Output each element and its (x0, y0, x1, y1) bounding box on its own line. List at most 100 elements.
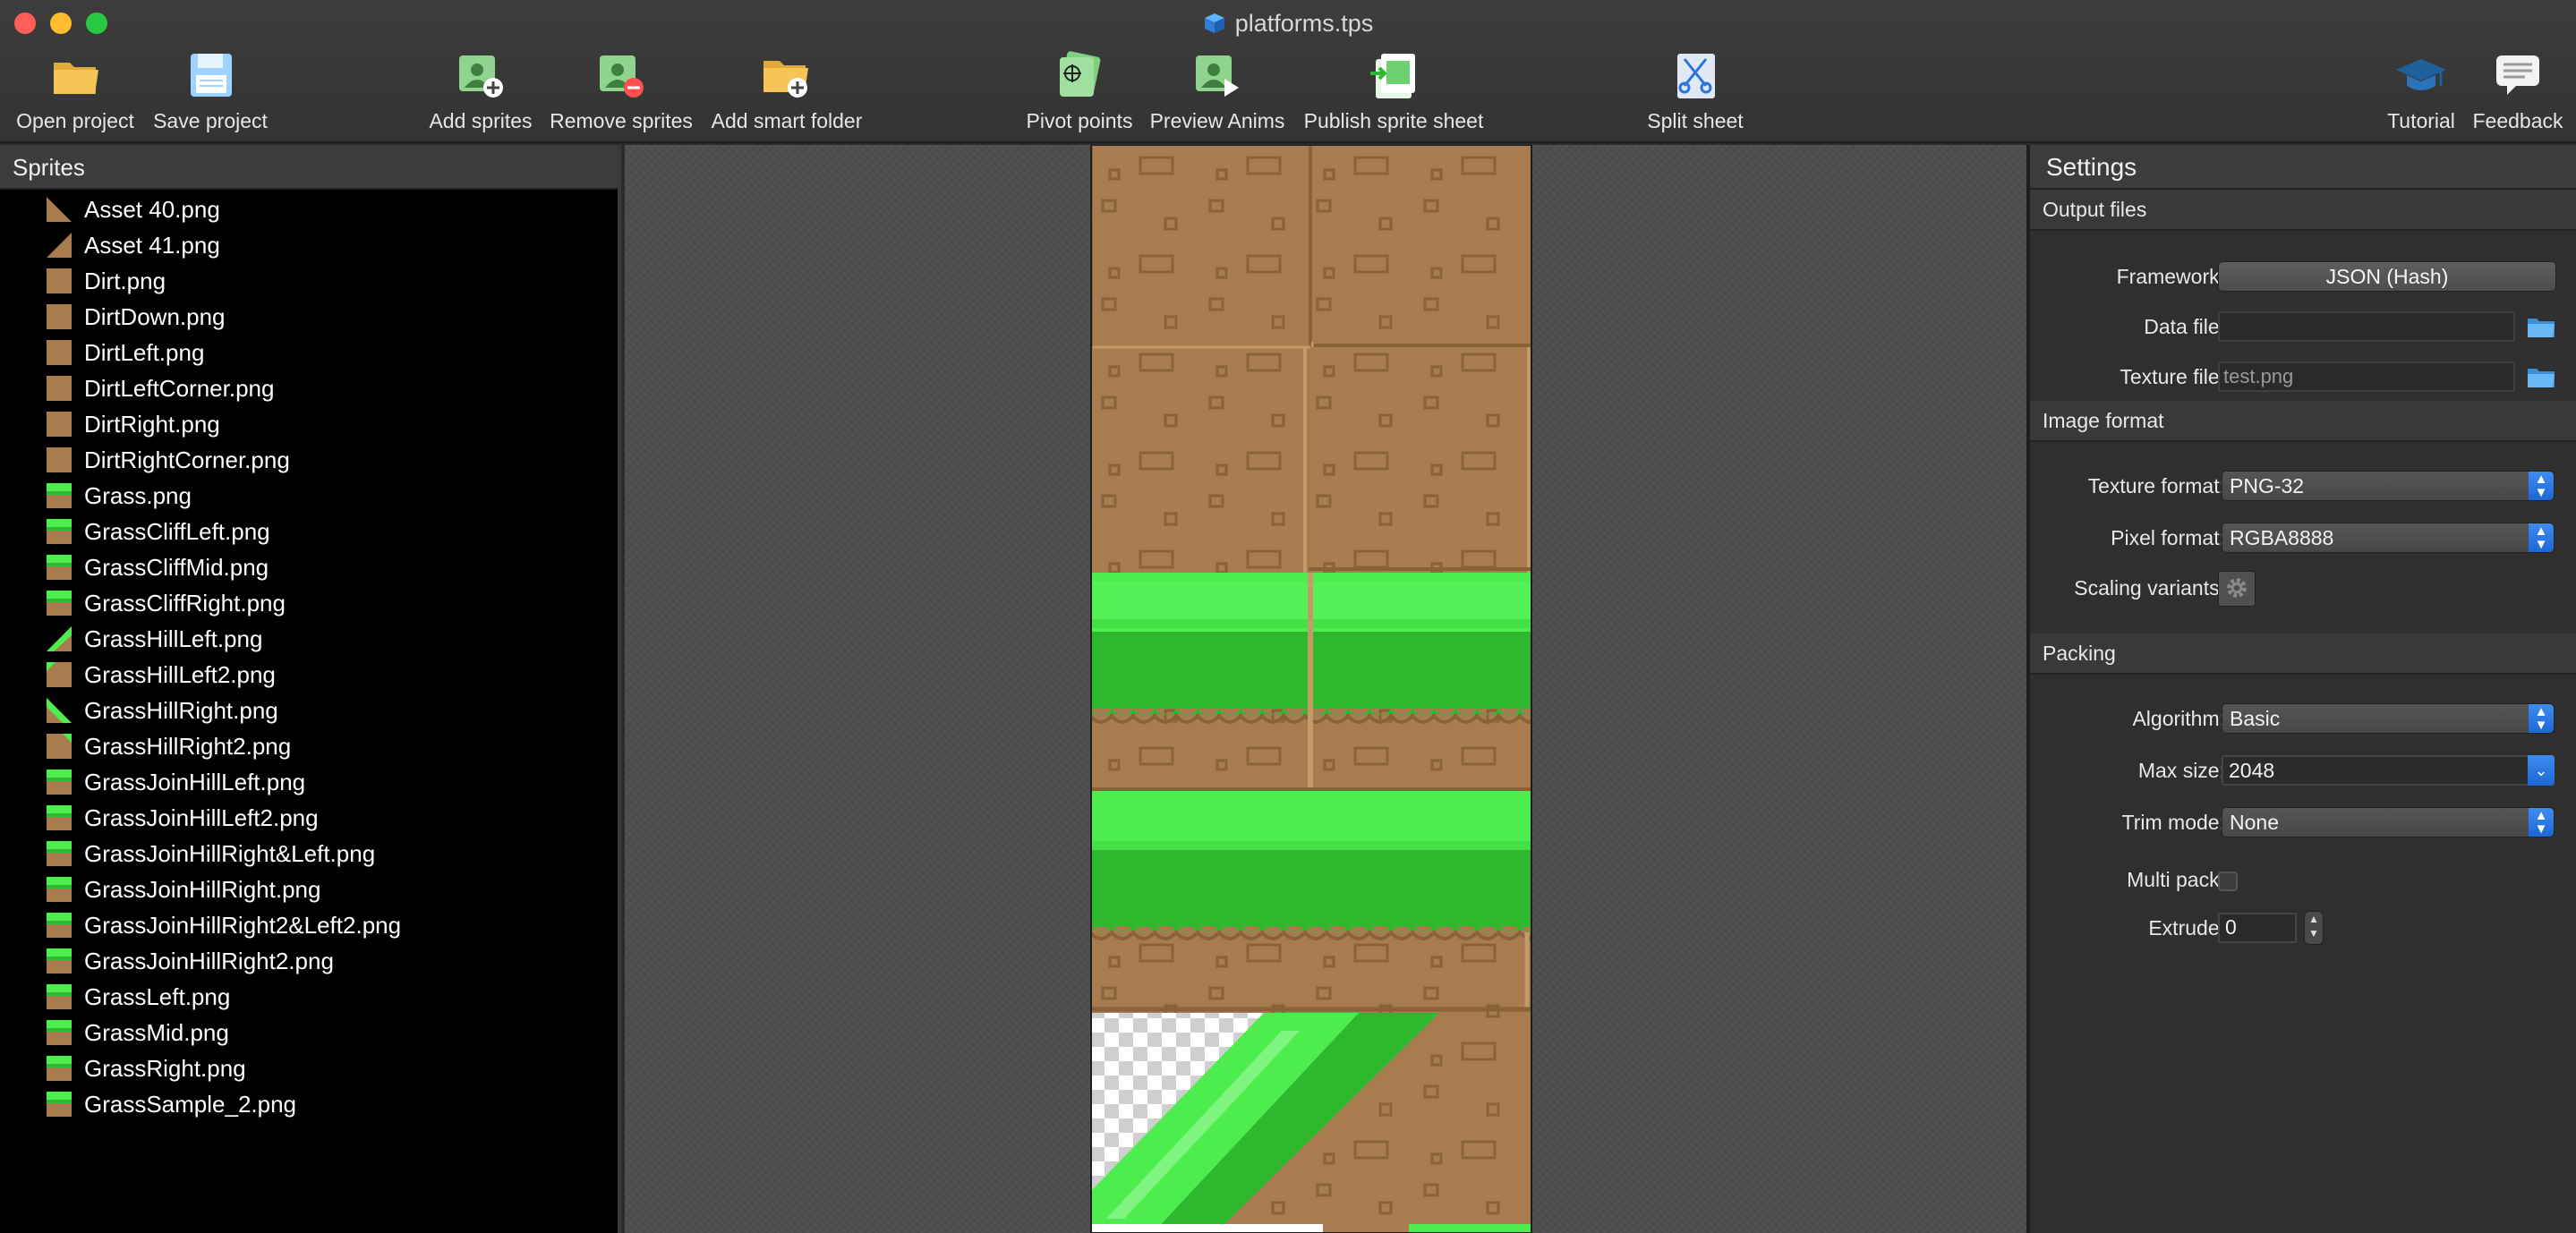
sprite-list-item[interactable]: GrassJoinHillLeft.png (0, 764, 618, 800)
save-project-button[interactable]: Save project (150, 47, 270, 140)
settings-panel: Settings Output files Framework: JSON (H… (2026, 145, 2576, 1233)
max-size-combobox[interactable]: 2048 ⌄ (2222, 755, 2555, 786)
texture-file-input[interactable]: test.png (2218, 361, 2515, 392)
sprite-list-item[interactable]: DirtDown.png (0, 299, 618, 335)
preview-animation-icon (1196, 55, 1239, 97)
chevron-down-icon[interactable]: ⌄ (2528, 755, 2555, 786)
sprite-thumbnail-icon (47, 1056, 72, 1081)
pixel-format-label: Pixel format: (2111, 526, 2225, 549)
sprite-list-item[interactable]: Asset 41.png (0, 227, 618, 263)
image-format-section-header[interactable]: Image format (2030, 401, 2576, 442)
framework-selector-button[interactable]: JSON (Hash) (2218, 261, 2556, 292)
sprite-thumbnail-icon (47, 698, 72, 723)
sprite-tile (1090, 573, 1532, 791)
open-project-button[interactable]: Open project (16, 47, 134, 140)
packing-section: Algorithm: Basic ▲ ▼ Max size: 2048 ⌄ Tri… (2030, 675, 2576, 979)
add-smart-folder-label: Add smart folder (711, 109, 863, 132)
sprite-list-item[interactable]: GrassHillLeft2.png (0, 657, 618, 693)
packing-section-header[interactable]: Packing (2030, 634, 2576, 675)
texturepacker-document-icon (1204, 13, 1224, 33)
algorithm-select[interactable]: Basic ▲ ▼ (2222, 703, 2555, 734)
sprite-thumbnail-icon (47, 412, 72, 437)
sprite-list-item[interactable]: GrassJoinHillLeft2.png (0, 800, 618, 836)
sprite-list-item[interactable]: GrassCliffMid.png (0, 549, 618, 585)
preview-anims-label: Preview Anims (1149, 109, 1285, 132)
sprite-name: DirtRightCorner.png (84, 446, 290, 473)
sprite-list-item[interactable]: GrassJoinHillRight2.png (0, 943, 618, 979)
sprite-name: Asset 41.png (84, 231, 220, 259)
data-file-browse-folder-icon[interactable] (2526, 315, 2556, 340)
sprites-panel-title: Sprites (0, 145, 618, 190)
sprite-name: GrassJoinHillRight2.png (84, 947, 334, 974)
sprite-list-item[interactable]: DirtRightCorner.png (0, 442, 618, 478)
sprite-list-item[interactable]: DirtLeft.png (0, 335, 618, 370)
sprite-name: GrassLeft.png (84, 982, 231, 1010)
sprite-list-item[interactable]: GrassJoinHillRight.png (0, 872, 618, 907)
pixel-format-select[interactable]: RGBA8888 ▲ ▼ (2222, 523, 2555, 553)
sprite-thumbnail-icon (47, 877, 72, 902)
sprite-list-item[interactable]: GrassJoinHillRight2&Left2.png (0, 907, 618, 943)
sprite-thumbnail-icon (47, 555, 72, 580)
sprite-list-item[interactable]: GrassMid.png (0, 1015, 618, 1050)
image-format-section: Texture format: PNG-32 ▲ ▼ Pixel format: … (2030, 442, 2576, 634)
sprite-list-item[interactable]: GrassJoinHillRight&Left.png (0, 836, 618, 872)
sprite-thumbnail-icon (47, 1092, 72, 1117)
extrude-input[interactable]: 0 (2218, 913, 2297, 943)
trim-mode-label: Trim mode: (2121, 811, 2225, 834)
add-smart-folder-button[interactable]: Add smart folder (707, 47, 866, 140)
multi-pack-label: Multi pack: (2127, 868, 2225, 891)
trim-mode-select[interactable]: None ▲ ▼ (2222, 807, 2555, 838)
remove-sprites-button[interactable]: Remove sprites (548, 47, 695, 140)
scaling-variants-button[interactable] (2218, 571, 2256, 607)
window-title: platforms.tps (0, 7, 2576, 39)
extrude-stepper[interactable]: ▲ ▼ (2304, 911, 2324, 945)
scaling-variants-label: Scaling variants: (2074, 576, 2225, 599)
sprite-name: GrassMid.png (84, 1018, 229, 1046)
sprite-list-item[interactable]: Asset 40.png (0, 191, 618, 227)
sprite-list-item[interactable]: Grass.png (0, 478, 618, 514)
add-sprites-button[interactable]: Add sprites (424, 47, 537, 140)
trim-mode-value: None (2230, 811, 2279, 834)
sprite-list-item[interactable]: DirtRight.png (0, 406, 618, 442)
sprite-list-item[interactable]: GrassHillRight2.png (0, 728, 618, 764)
algorithm-value: Basic (2230, 707, 2281, 730)
sprite-name: GrassJoinHillRight&Left.png (84, 839, 376, 867)
sprite-sheet-preview[interactable] (625, 145, 2026, 1233)
sprite-name: GrassJoinHillLeft2.png (84, 804, 319, 831)
preview-anims-button[interactable]: Preview Anims (1146, 47, 1289, 140)
smart-folder-add-icon (763, 61, 808, 98)
sprite-thumbnail-icon (47, 447, 72, 472)
texture-file-label: Texture file: (2120, 365, 2225, 388)
publish-sprite-sheet-button[interactable]: Publish sprite sheet (1298, 47, 1489, 140)
open-folder-icon (54, 63, 98, 94)
sprite-name: DirtRight.png (84, 410, 220, 438)
sprite-list-item[interactable]: GrassLeft.png (0, 979, 618, 1015)
feedback-button[interactable]: Feedback (2469, 47, 2567, 140)
sprite-list-item[interactable]: GrassCliffRight.png (0, 585, 618, 621)
pivot-points-button[interactable]: Pivot points (1022, 47, 1137, 140)
texture-format-select[interactable]: PNG-32 ▲ ▼ (2222, 471, 2555, 501)
updown-chevron-icon: ▲ ▼ (2529, 808, 2554, 837)
data-file-input[interactable] (2218, 311, 2515, 342)
sprite-list-item[interactable]: GrassCliffLeft.png (0, 514, 618, 549)
split-sheet-icon (1677, 54, 1715, 98)
sprite-list-item[interactable]: Dirt.png (0, 263, 618, 299)
sprite-thumbnail-icon (47, 268, 72, 293)
texture-file-browse-folder-icon[interactable] (2526, 365, 2556, 390)
open-project-label: Open project (16, 109, 134, 132)
sprite-name: GrassCliffLeft.png (84, 517, 270, 545)
output-files-section-header[interactable]: Output files (2030, 190, 2576, 231)
split-sheet-button[interactable]: Split sheet (1640, 47, 1751, 140)
save-project-label: Save project (153, 109, 268, 132)
sprite-list-item[interactable]: DirtLeftCorner.png (0, 370, 618, 406)
tutorial-button[interactable]: Tutorial (2383, 47, 2460, 140)
multi-pack-checkbox[interactable] (2218, 872, 2238, 891)
sprite-list-item[interactable]: GrassHillLeft.png (0, 621, 618, 657)
sprite-list-item[interactable]: GrassRight.png (0, 1050, 618, 1086)
sprite-list-item[interactable]: GrassHillRight.png (0, 693, 618, 728)
sprite-name: GrassCliffMid.png (84, 553, 269, 581)
sprite-list-item[interactable]: GrassSample_2.png (0, 1086, 618, 1122)
publish-sprite-sheet-label: Publish sprite sheet (1303, 109, 1484, 132)
pixel-format-value: RGBA8888 (2230, 526, 2334, 549)
sprite-name: GrassSample_2.png (84, 1090, 297, 1118)
